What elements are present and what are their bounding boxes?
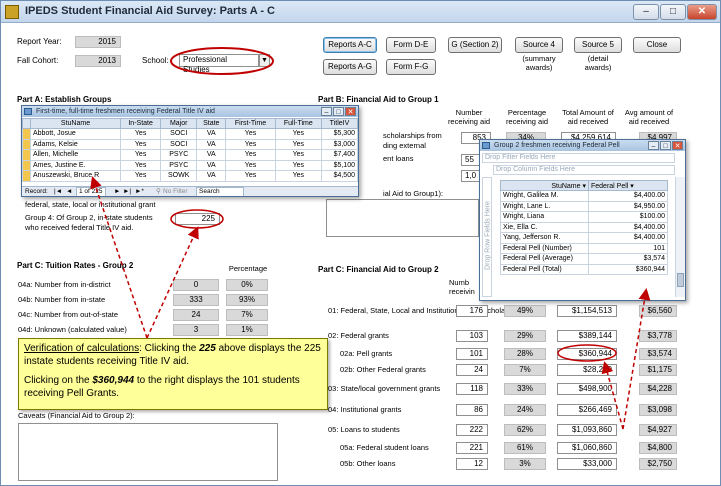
arrow-to-225 [146, 226, 199, 339]
group-4-highlight [170, 209, 224, 229]
main-window: IPEDS Student Financial Aid Survey: Part… [0, 0, 721, 486]
annotation-arrows [90, 176, 651, 430]
arrow-to-pell-field [601, 361, 624, 430]
pell-total-highlight [557, 344, 617, 362]
arrow-to-pell-popup [622, 288, 651, 430]
arrow-to-title-iv-table [90, 176, 148, 339]
